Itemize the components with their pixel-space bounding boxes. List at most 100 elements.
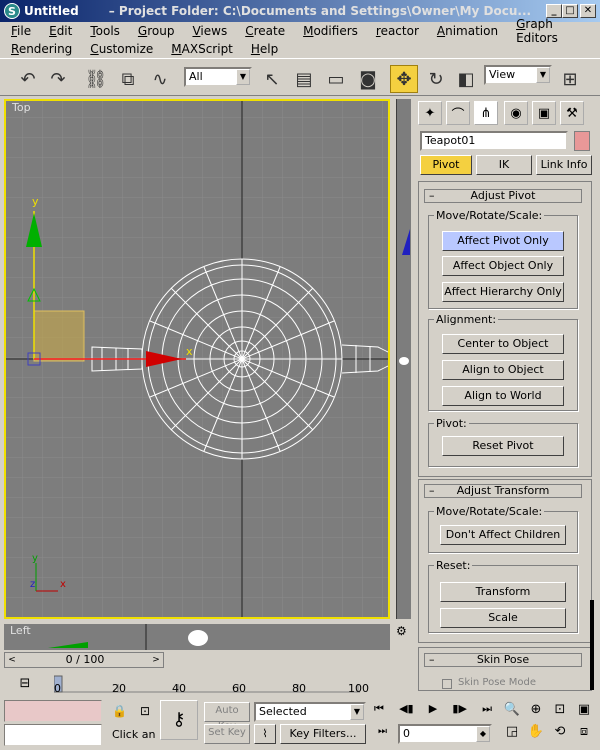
menu-graph-editors[interactable]: Graph Editors [516, 17, 593, 45]
close-button[interactable]: ✕ [580, 4, 596, 18]
menu-rendering[interactable]: Rendering [11, 42, 72, 56]
menu-views[interactable]: Views [192, 24, 227, 38]
menu-bar-row1: File Edit Tools Group Views Create Modif… [0, 17, 600, 45]
rollout-skin-pose-header[interactable]: – Skin Pose [424, 653, 582, 667]
skin-pose-mode-checkbox[interactable] [442, 679, 452, 689]
menu-group[interactable]: Group [138, 24, 175, 38]
window-crossing-icon[interactable]: ◙ [354, 65, 382, 93]
viewport-label[interactable]: Top [12, 101, 31, 114]
transform-type-in-icon[interactable]: ⊡ [140, 704, 158, 720]
center-to-object-button[interactable]: Center to Object [442, 334, 564, 354]
menu-modifiers[interactable]: Modifiers [303, 24, 358, 38]
unlink-icon[interactable]: ⧉ [114, 65, 142, 93]
zoom-extents-all-icon[interactable]: ▣ [572, 702, 596, 724]
group-label: Move/Rotate/Scale: [434, 505, 545, 518]
reset-pivot-button[interactable]: Reset Pivot [442, 436, 564, 456]
scale-button[interactable]: Scale [440, 608, 566, 628]
select-and-scale-icon[interactable]: ◧ [452, 65, 480, 93]
track-bar-icon[interactable]: ⊟ [14, 676, 36, 694]
redo-icon[interactable]: ↷ [44, 65, 72, 93]
align-to-object-button[interactable]: Align to Object [442, 360, 564, 380]
tab-ik[interactable]: IK [476, 155, 532, 175]
motion-tab-icon[interactable]: ◉ [504, 101, 528, 125]
align-to-world-button[interactable]: Align to World [442, 386, 564, 406]
object-name-field[interactable]: Teapot01 [420, 131, 568, 151]
tab-pivot[interactable]: Pivot [420, 155, 472, 175]
maxscript-listener-mini[interactable] [4, 700, 102, 722]
command-panel: ✦ ⌒ ⋔ ◉ ▣ ⚒ Teapot01 Pivot IK Link Info … [416, 99, 596, 691]
viewport-left[interactable]: Left [4, 624, 390, 650]
menu-animation[interactable]: Animation [437, 24, 498, 38]
viewport-corner-icon[interactable]: ⚙ [396, 624, 411, 650]
affect-hierarchy-only-button[interactable]: Affect Hierarchy Only [442, 282, 564, 302]
undo-icon[interactable]: ↶ [14, 65, 42, 93]
viewport-right-edge[interactable] [395, 99, 411, 619]
tab-link-info[interactable]: Link Info [536, 155, 592, 175]
svg-text:y: y [32, 195, 39, 208]
svg-text:x: x [186, 345, 193, 358]
modify-tab-icon[interactable]: ⌒ [446, 101, 470, 125]
maxscript-input[interactable] [4, 724, 102, 746]
viewport-top[interactable]: y x y x z Top [4, 99, 390, 619]
rollout-adjust-transform-header[interactable]: – Adjust Transform [424, 484, 582, 498]
menu-help[interactable]: Help [251, 42, 278, 56]
minimize-button[interactable]: _ [546, 4, 562, 18]
maximize-viewport-icon[interactable]: ⧈ [572, 724, 596, 746]
selection-filter-value: All [189, 70, 203, 83]
menu-file[interactable]: File [11, 24, 31, 38]
chevron-left-icon[interactable]: < [5, 653, 19, 667]
dont-affect-children-button[interactable]: Don't Affect Children [440, 525, 566, 545]
affect-pivot-only-button[interactable]: Affect Pivot Only [442, 231, 564, 251]
chevron-right-icon[interactable]: > [149, 653, 163, 667]
time-slider[interactable]: < 0 / 100 > [4, 652, 164, 668]
command-panel-scrollbar[interactable] [590, 600, 594, 690]
menu-maxscript[interactable]: MAXScript [171, 42, 233, 56]
reference-coordinate-dropdown[interactable]: View ▼ [484, 65, 552, 85]
next-frame-icon[interactable]: ▮▶ [452, 702, 467, 722]
zoom-icon[interactable]: 🔍 [500, 702, 524, 724]
link-icon[interactable]: ⛓ [82, 65, 110, 93]
go-to-start-icon[interactable]: ⏮ [374, 702, 384, 722]
lock-icon[interactable]: 🔒 [112, 704, 130, 720]
key-filters-button[interactable]: Key Filters... [280, 724, 366, 744]
skin-pose-mode-label: Skin Pose Mode [458, 677, 537, 688]
auto-key-button[interactable]: Auto Key [204, 702, 250, 732]
zoom-extents-icon[interactable]: ⊡ [548, 702, 572, 724]
set-key-icon[interactable]: ⚷ [160, 700, 198, 740]
key-mode-dropdown[interactable]: Selected ▼ [254, 702, 366, 722]
rollout-adjust-pivot-header[interactable]: – Adjust Pivot [424, 189, 582, 203]
menu-customize[interactable]: Customize [90, 42, 153, 56]
play-icon[interactable]: ▶ [429, 702, 437, 722]
rectangular-selection-icon[interactable]: ▭ [322, 65, 350, 93]
selection-filter-dropdown[interactable]: All ▼ [184, 67, 252, 87]
transform-button[interactable]: Transform [440, 582, 566, 602]
arc-rotate-icon[interactable]: ⟲ [548, 724, 572, 746]
affect-object-only-button[interactable]: Affect Object Only [442, 256, 564, 276]
zoom-all-icon[interactable]: ⊕ [524, 702, 548, 724]
menu-edit[interactable]: Edit [49, 24, 72, 38]
utilities-tab-icon[interactable]: ⚒ [560, 101, 584, 125]
hierarchy-tab-icon[interactable]: ⋔ [474, 101, 498, 125]
menu-tools[interactable]: Tools [90, 24, 120, 38]
track-bar[interactable]: 0 20 40 60 80 100 [53, 672, 384, 696]
pan-icon[interactable]: ✋ [524, 724, 548, 746]
previous-frame-icon[interactable]: ◀▮ [399, 702, 414, 722]
select-object-icon[interactable]: ↖ [258, 65, 286, 93]
select-and-move-icon[interactable]: ✥ [390, 65, 418, 93]
current-frame-field[interactable]: 0 ◆ [398, 724, 492, 744]
select-and-rotate-icon[interactable]: ↻ [422, 65, 450, 93]
go-to-end-icon[interactable]: ⏭ [482, 702, 492, 722]
pivot-center-icon[interactable]: ⊞ [556, 65, 584, 93]
menu-create[interactable]: Create [245, 24, 285, 38]
display-tab-icon[interactable]: ▣ [532, 101, 556, 125]
menu-reactor[interactable]: reactor [376, 24, 419, 38]
set-key-button[interactable]: Set Key [204, 724, 250, 744]
key-mode-toggle-icon[interactable]: ⏭ [378, 726, 387, 737]
select-by-name-icon[interactable]: ▤ [290, 65, 318, 93]
object-color-swatch[interactable] [574, 131, 590, 151]
create-tab-icon[interactable]: ✦ [418, 101, 442, 125]
field-of-view-icon[interactable]: ◲ [500, 724, 524, 746]
bind-space-warp-icon[interactable]: ∿ [146, 65, 174, 93]
maximize-button[interactable]: □ [562, 4, 578, 18]
default-in-out-tangent-icon[interactable]: ⌇ [254, 724, 276, 744]
